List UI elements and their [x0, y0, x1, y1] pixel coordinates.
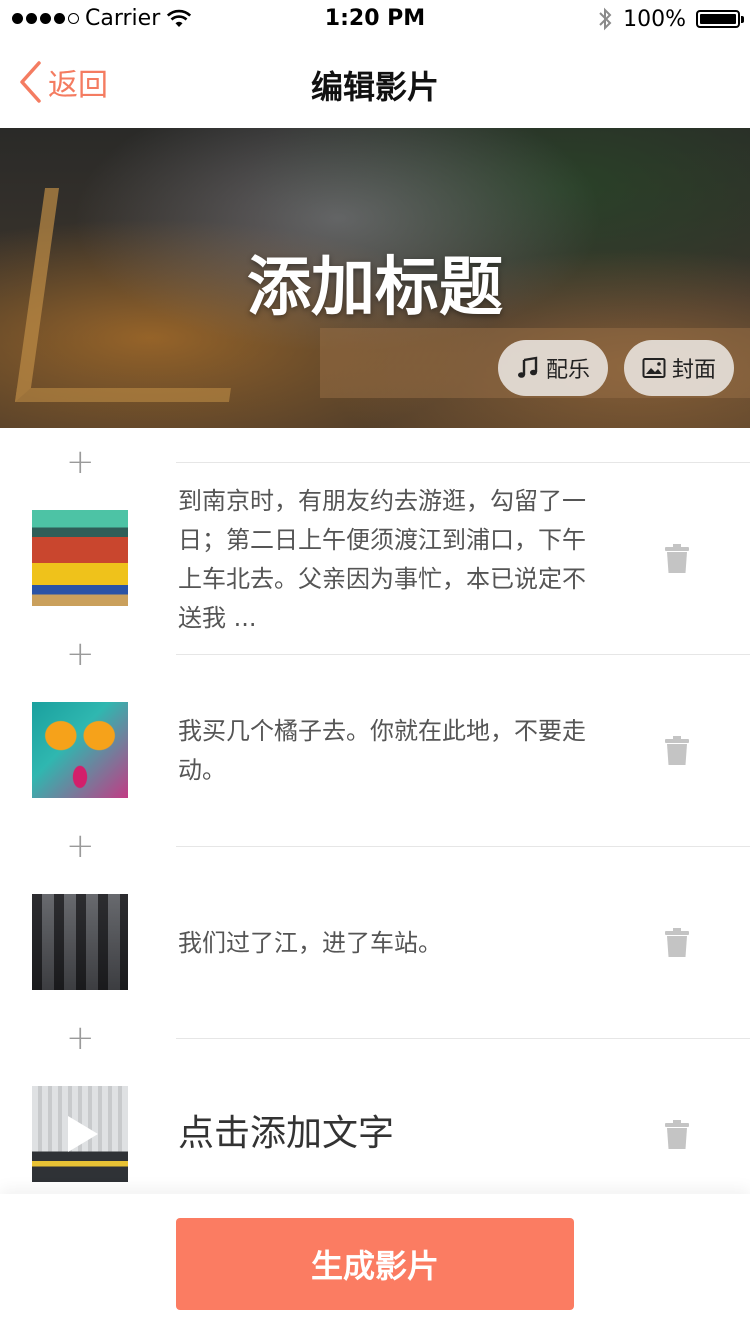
clip-thumbnail[interactable]: [32, 894, 128, 990]
add-clip-button[interactable]: +: [66, 445, 95, 479]
trash-icon[interactable]: [664, 928, 690, 958]
generate-movie-button[interactable]: 生成影片: [176, 1218, 574, 1310]
cover-label: 封面: [671, 358, 716, 383]
divider: [176, 846, 750, 847]
image-icon: [642, 358, 666, 378]
trash-icon[interactable]: [664, 1120, 690, 1150]
clip-caption[interactable]: 我买几个橘子去。你就在此地，不要走动。: [178, 712, 598, 790]
battery-percent: 100%: [623, 6, 686, 32]
clip-thumbnail[interactable]: [32, 510, 128, 606]
clip-thumbnail[interactable]: [32, 702, 128, 798]
bottom-bar: 生成影片: [0, 1194, 750, 1334]
cover-image[interactable]: 添加标题 配乐 封面: [0, 128, 750, 428]
music-label: 配乐: [545, 358, 590, 383]
status-right: 100%: [597, 6, 744, 32]
clip-thumbnail-video[interactable]: [32, 1086, 128, 1182]
add-clip-button[interactable]: +: [66, 1021, 95, 1055]
clip-caption[interactable]: 到南京时，有朋友约去游逛，勾留了一日；第二日上午便须渡江到浦口，下午上车北去。父…: [178, 482, 598, 638]
trash-icon[interactable]: [664, 544, 690, 574]
cover-button[interactable]: 封面: [624, 340, 734, 396]
status-bar: Carrier 1:20 PM 100%: [0, 0, 750, 40]
trash-icon[interactable]: [664, 736, 690, 766]
music-note-icon: [517, 356, 538, 378]
music-button[interactable]: 配乐: [498, 340, 608, 396]
clip-caption[interactable]: 我们过了江，进了车站。: [178, 924, 598, 963]
play-icon: [68, 1116, 98, 1152]
add-clip-button[interactable]: +: [66, 637, 95, 671]
divider: [176, 1038, 750, 1039]
divider: [176, 462, 750, 463]
page-title: 编辑影片: [310, 68, 439, 106]
battery-icon: [696, 10, 744, 28]
divider: [176, 654, 750, 655]
add-clip-button[interactable]: +: [66, 829, 95, 863]
add-text-placeholder[interactable]: 点击添加文字: [178, 1114, 598, 1154]
navigation-bar: 返回 编辑影片: [0, 40, 750, 128]
bluetooth-icon: [599, 7, 612, 31]
movie-title[interactable]: 添加标题: [0, 236, 750, 328]
